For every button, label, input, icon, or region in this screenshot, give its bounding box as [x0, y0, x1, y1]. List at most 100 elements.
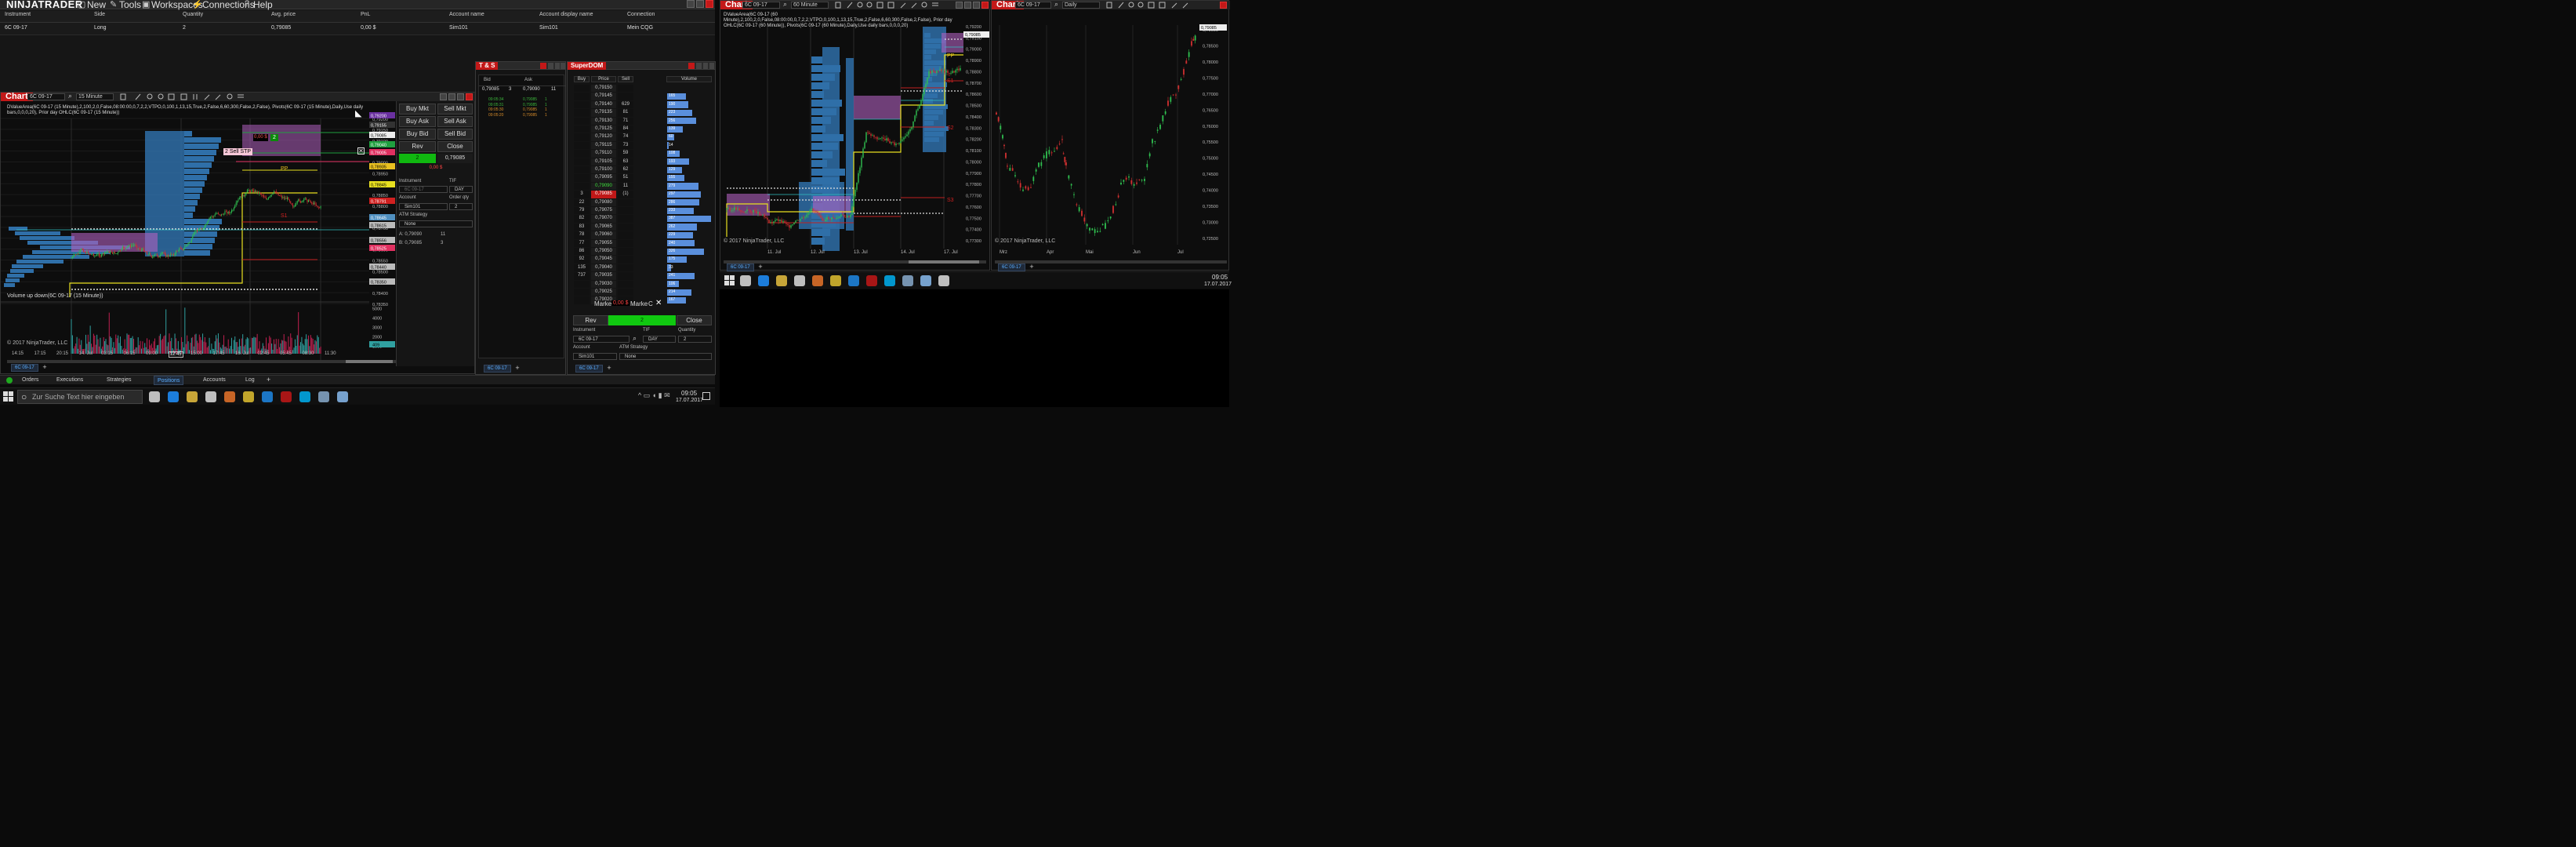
dom-buy-cell[interactable] — [574, 85, 590, 93]
dom-sell-cell[interactable]: 629 — [618, 100, 633, 109]
dom-row[interactable]: 78 0,79060 229 — [574, 231, 712, 239]
dom-c-button[interactable]: C — [648, 300, 653, 307]
dom-buy-cell[interactable]: 79 — [574, 207, 590, 215]
dom-buy-cell[interactable] — [574, 289, 590, 296]
task-view-icon[interactable] — [149, 391, 160, 402]
dom-market-right-button[interactable]: Marke — [630, 300, 648, 307]
ts-min-button[interactable] — [548, 63, 553, 69]
skype-icon[interactable] — [884, 275, 895, 286]
dom-row[interactable]: 3 0,79085 (1) 297 — [574, 191, 712, 198]
dom-price-cell[interactable]: 0,79105 — [591, 158, 616, 165]
dom-price-cell[interactable]: 0,79055 — [591, 239, 616, 247]
chart3-close-button[interactable] — [1220, 2, 1227, 9]
ct-tif-select[interactable]: DAY — [449, 186, 473, 193]
dom-sell-cell[interactable]: 71 — [618, 117, 633, 125]
chart3-instrument-select[interactable]: 6C 09-17 — [1015, 2, 1051, 9]
chart1-interval-select[interactable]: 15 Minute — [76, 93, 114, 100]
dom-row[interactable]: 0,79150 — [574, 85, 712, 93]
dom-sell-cell[interactable] — [618, 239, 633, 247]
dom-sell-cell[interactable] — [618, 207, 633, 215]
tab-accounts[interactable]: Accounts — [200, 376, 229, 385]
dom-row[interactable]: 0,79030 106 — [574, 280, 712, 289]
chart1-restore-button[interactable] — [448, 93, 455, 100]
chrome-icon[interactable] — [243, 391, 254, 402]
chart1-scrollbar[interactable] — [7, 360, 396, 363]
chart3-add-tab-button[interactable]: + — [1028, 264, 1036, 271]
positions-row[interactable]: 6C 09-17 Long 2 0,79085 0,00 $ Sim101 Sim101 Me… — [0, 23, 715, 35]
dom-price-cell[interactable]: 0,79030 — [591, 280, 616, 288]
superdom-x-button[interactable] — [709, 63, 714, 69]
dom-row[interactable]: 0,79130 71 256 — [574, 117, 712, 125]
dom-buy-cell[interactable] — [574, 182, 590, 191]
dom-row[interactable]: 0,79120 74 60 — [574, 133, 712, 141]
chart2-minimize-button[interactable] — [956, 2, 963, 9]
superdom-close-button[interactable] — [688, 63, 695, 69]
chart1-minimize-button[interactable] — [440, 93, 447, 100]
dom-buy-cell[interactable] — [574, 296, 590, 304]
dom-sell-cell[interactable]: 74 — [618, 133, 633, 141]
dom-buy-cell[interactable]: 83 — [574, 223, 590, 231]
dom-row[interactable]: 0,79105 63 193 — [574, 158, 712, 166]
dom-price-cell[interactable]: 0,79050 — [591, 248, 616, 256]
dom-sell-cell[interactable]: 84 — [618, 125, 633, 133]
dom-price-cell[interactable]: 0,79025 — [591, 289, 616, 296]
dom-price-cell[interactable]: 0,79040 — [591, 264, 616, 272]
ct-account-select[interactable]: Sim101 — [399, 203, 448, 210]
dom-buy-cell[interactable] — [574, 150, 590, 158]
dom-sell-cell[interactable] — [618, 280, 633, 288]
notepad-icon[interactable] — [920, 275, 931, 286]
chart1-order-qty-badge[interactable]: 2 — [270, 134, 278, 141]
dom-close-button[interactable]: Close — [677, 315, 712, 325]
edge-icon[interactable] — [758, 275, 769, 286]
chart3-toolbar-icons[interactable] — [1105, 1, 1199, 9]
dom-row[interactable]: 86 0,79050 326 — [574, 248, 712, 256]
start-button-right[interactable] — [724, 275, 735, 286]
dom-buy-cell[interactable]: 77 — [574, 239, 590, 247]
dom-price-cell[interactable]: 0,79045 — [591, 256, 616, 264]
dom-row[interactable]: 135 0,79040 33 — [574, 264, 712, 272]
chart2-restore-button[interactable] — [964, 2, 971, 9]
sell-mkt-button[interactable]: Sell Mkt — [437, 104, 473, 115]
tab-positions[interactable]: Positions — [154, 376, 184, 385]
dom-sell-cell[interactable] — [618, 264, 633, 272]
buy-bid-button[interactable]: Buy Bid — [399, 129, 436, 140]
dom-market-left-button[interactable]: Marke — [594, 300, 611, 307]
dom-row[interactable]: 82 0,79070 387 — [574, 215, 712, 223]
close-position-button[interactable]: Close — [437, 141, 473, 152]
dom-row[interactable]: 0,79025 214 — [574, 289, 712, 296]
notepad-icon[interactable] — [337, 391, 348, 402]
dom-close-orders-icon[interactable]: ✕ — [655, 299, 662, 307]
dom-buy-cell[interactable] — [574, 117, 590, 125]
dom-price-cell[interactable]: 0,79130 — [591, 117, 616, 125]
dom-atm-select[interactable]: None — [619, 353, 712, 360]
dom-price-cell[interactable]: 0,79080 — [591, 198, 616, 206]
dom-price-cell[interactable]: 0,79090 — [591, 182, 616, 191]
dom-buy-cell[interactable] — [574, 125, 590, 133]
chart1-instrument-select[interactable]: 6C 09-17 — [27, 93, 65, 100]
ts-tab[interactable]: 6C 09-17 — [484, 365, 511, 373]
dom-sell-cell[interactable]: (1) — [618, 191, 633, 198]
dom-price-cell[interactable]: 0,79085 — [591, 191, 616, 198]
chart1-maximize-button[interactable] — [457, 93, 464, 100]
dom-row[interactable]: 0,79090 11 279 — [574, 182, 712, 191]
teamviewer-icon[interactable] — [262, 391, 273, 402]
dom-row[interactable]: 0,79135 81 223 — [574, 109, 712, 117]
chart2-tab[interactable]: 6C 09-17 — [727, 264, 754, 271]
dom-price-cell[interactable]: 0,79120 — [591, 133, 616, 141]
ct-atm-select[interactable]: None — [399, 220, 473, 227]
dom-rev-button[interactable]: Rev — [573, 315, 608, 325]
superdom-max-button[interactable] — [703, 63, 708, 69]
chrome-icon[interactable] — [830, 275, 841, 286]
dom-buy-cell[interactable]: 3 — [574, 191, 590, 198]
dom-buy-cell[interactable]: 737 — [574, 272, 590, 280]
dom-buy-cell[interactable] — [574, 109, 590, 117]
ts-close-button[interactable] — [540, 63, 546, 69]
dom-buy-cell[interactable]: 86 — [574, 248, 590, 256]
dom-sell-cell[interactable]: 81 — [618, 109, 633, 117]
buy-ask-button[interactable]: Buy Ask — [399, 116, 436, 127]
skype-icon[interactable] — [299, 391, 310, 402]
dom-price-cell[interactable]: 0,79070 — [591, 215, 616, 223]
chart2-instrument-select[interactable]: 6C 09-17 — [742, 2, 780, 9]
dom-buy-cell[interactable] — [574, 133, 590, 141]
ts-x-button[interactable] — [561, 63, 565, 69]
